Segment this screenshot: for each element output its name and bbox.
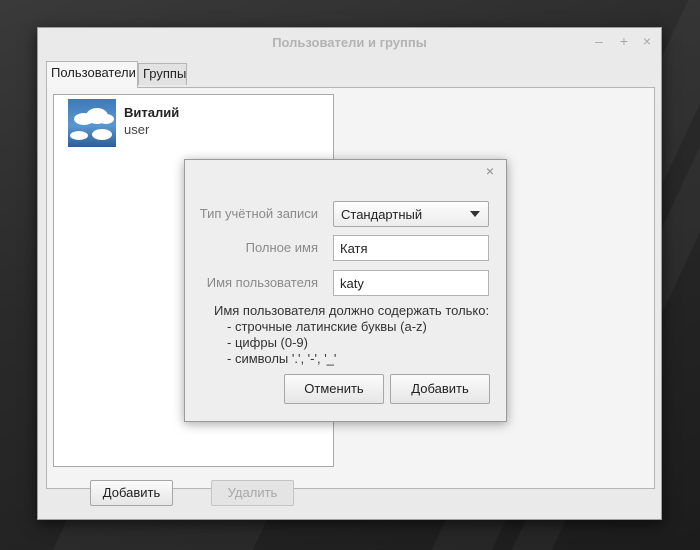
- close-icon[interactable]: ×: [639, 33, 655, 49]
- chevron-down-icon: [470, 211, 480, 217]
- account-type-label: Тип учётной записи: [199, 206, 318, 221]
- hint-line: - символы '.', '-', '_': [227, 351, 337, 366]
- tab-groups[interactable]: Группы: [138, 63, 187, 85]
- user-name: Виталий: [124, 105, 180, 120]
- hint-line: - цифры (0-9): [227, 335, 308, 350]
- hint-line: - строчные латинские буквы (a-z): [227, 319, 427, 334]
- full-name-label: Полное имя: [245, 240, 318, 255]
- add-user-button[interactable]: Добавить: [90, 480, 173, 506]
- window-title: Пользователи и группы: [272, 35, 427, 50]
- minimize-icon[interactable]: –: [591, 33, 607, 49]
- user-login: user: [124, 122, 150, 137]
- avatar: [68, 99, 116, 147]
- hint-line: Имя пользователя должно содержать только…: [214, 303, 490, 318]
- username-hint: Имя пользователя должно содержать только…: [214, 303, 504, 367]
- account-type-select[interactable]: Стандартный: [333, 201, 489, 227]
- add-button[interactable]: Добавить: [390, 374, 490, 404]
- add-user-dialog: × Тип учётной записи Стандартный Полное …: [184, 159, 507, 422]
- delete-user-button[interactable]: Удалить: [211, 480, 294, 506]
- list-item[interactable]: Виталий user: [68, 99, 318, 149]
- username-field[interactable]: [333, 270, 489, 296]
- username-label: Имя пользователя: [206, 275, 318, 290]
- full-name-field[interactable]: [333, 235, 489, 261]
- cancel-button[interactable]: Отменить: [284, 374, 384, 404]
- titlebar[interactable]: Пользователи и группы – + ×: [38, 28, 661, 56]
- maximize-icon[interactable]: +: [616, 33, 632, 49]
- close-icon[interactable]: ×: [482, 163, 498, 179]
- account-type-value: Стандартный: [341, 207, 423, 222]
- tab-users[interactable]: Пользователи: [46, 61, 138, 88]
